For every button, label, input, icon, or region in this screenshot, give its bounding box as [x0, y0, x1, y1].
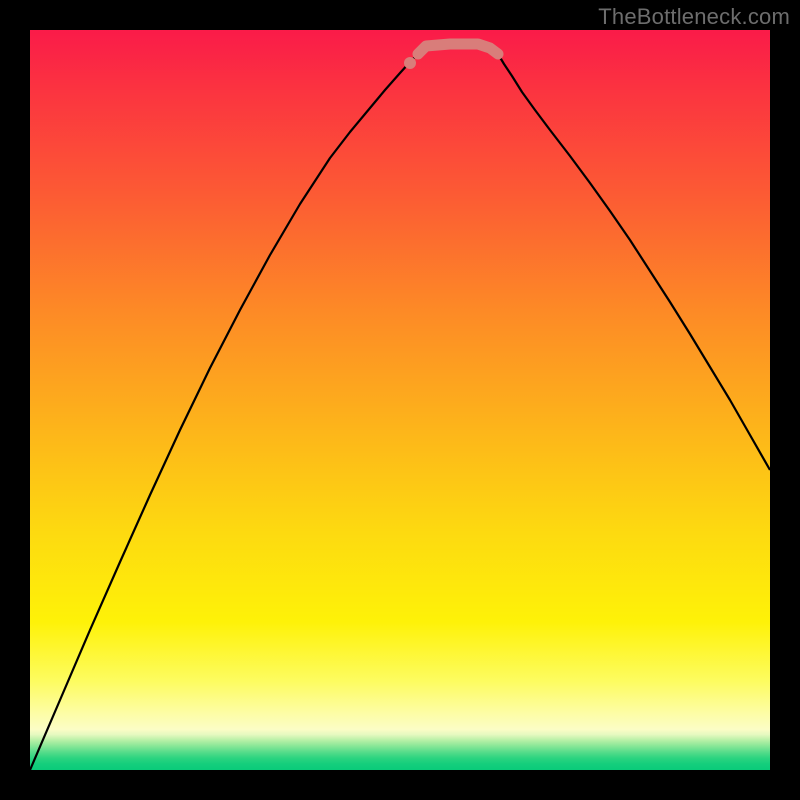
watermark-text: TheBottleneck.com [598, 4, 790, 30]
curves-svg [30, 30, 770, 770]
plot-area [30, 30, 770, 770]
series-floor-dot-left [404, 57, 416, 69]
chart-frame: TheBottleneck.com [0, 0, 800, 800]
series-floor-band [418, 44, 498, 54]
series-right-curve [498, 54, 770, 470]
series-left-curve [30, 54, 418, 770]
